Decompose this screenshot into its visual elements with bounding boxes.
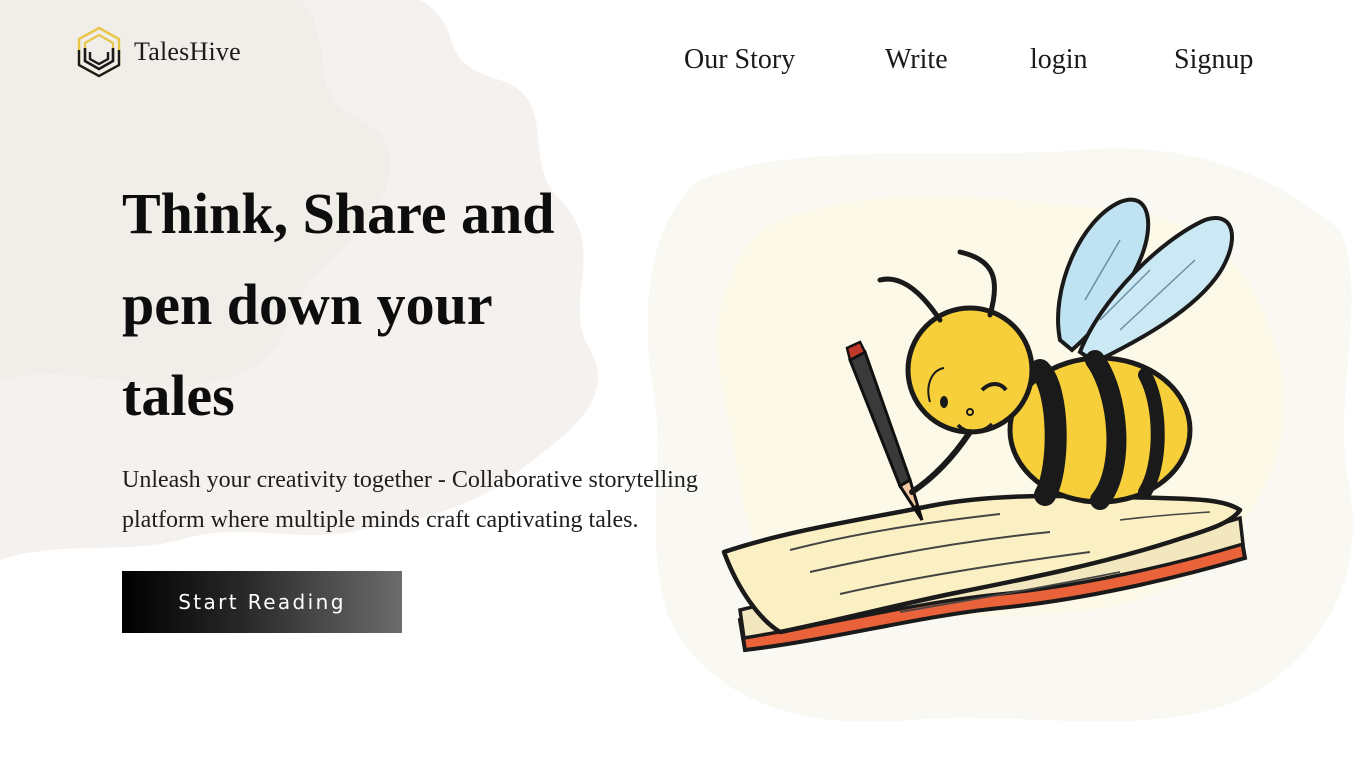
nav-link-our-story[interactable]: Our Story	[684, 42, 795, 78]
bee-writing-on-book-illustration	[721, 197, 1248, 653]
hero-title-line: pen down your	[122, 272, 493, 337]
nav-link-write[interactable]: Write	[885, 42, 948, 78]
bee-arm-illustration	[909, 429, 973, 495]
start-reading-button[interactable]: Start Reading	[122, 571, 402, 633]
hero-title-line: tales	[122, 363, 235, 428]
hero-title-line: Think, Share and	[122, 181, 555, 246]
nav-link-login[interactable]: login	[1030, 42, 1088, 78]
hero-title: Think, Share and pen down your tales	[122, 168, 682, 441]
bee-head-illustration	[877, 249, 1035, 435]
book-illustration	[721, 493, 1248, 653]
bee-wings-illustration	[1056, 197, 1234, 365]
bee-body-illustration	[1007, 350, 1193, 510]
hero-subtitle: Unleash your creativity together - Colla…	[122, 460, 782, 540]
hero-subtitle-line: Unleash your creativity together - Colla…	[122, 467, 698, 493]
main-nav: Our Story Write login Signup	[0, 42, 1366, 78]
landing-page: TalesHive Our Story Write login Signup T…	[0, 0, 1366, 768]
hero-subtitle-line: platform where multiple minds craft capt…	[122, 507, 639, 533]
nav-link-signup[interactable]: Signup	[1174, 42, 1253, 78]
